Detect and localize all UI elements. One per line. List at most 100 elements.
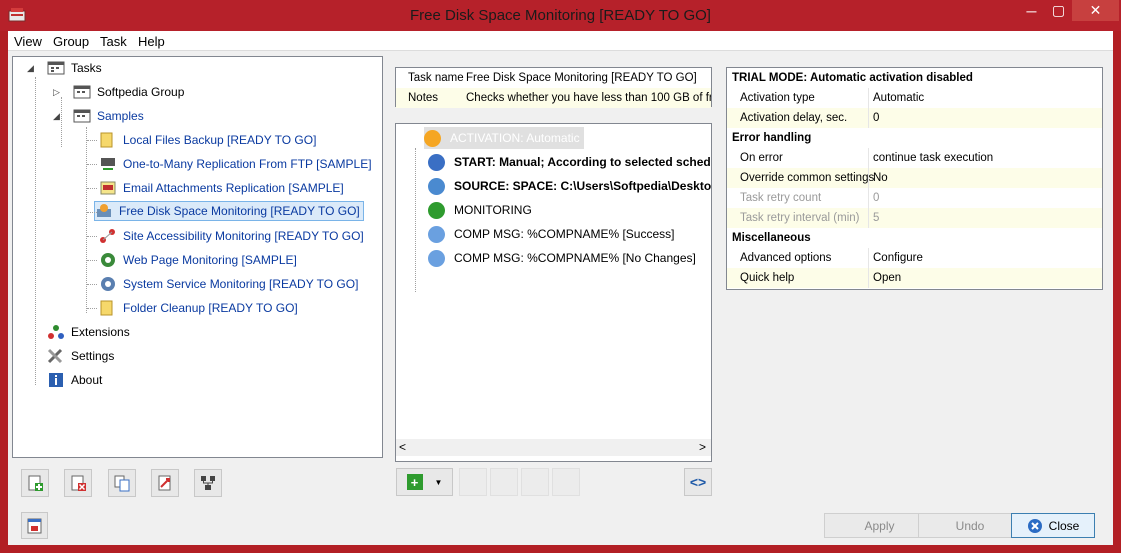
flow-step[interactable]: COMP MSG: %COMPNAME% [No Changes] [428,247,696,269]
flow-step[interactable]: SOURCE: SPACE: C:\Users\Softpedia\Deskto [428,175,711,197]
grid-value: 5 [873,212,880,224]
grid-value: Open [873,272,902,284]
tree-item-sample[interactable]: Email Attachments Replication [SAMPLE] [99,178,344,198]
tree-item-sample[interactable]: Folder Cleanup [READY TO GO] [99,298,298,318]
flow-step-label: SOURCE: SPACE: C:\Users\Softpedia\Deskto [454,179,712,193]
tree-item-sample[interactable]: One-to-Many Replication From FTP [SAMPLE… [99,154,372,174]
flow-step[interactable]: COMP MSG: %COMPNAME% [Success] [428,223,674,245]
tree-label-tasks: Tasks [71,61,102,75]
step-edit-button[interactable] [521,468,549,496]
menu-view[interactable]: View [14,34,42,49]
minimize-button[interactable]: ─ [1018,0,1045,21]
window-title: Free Disk Space Monitoring [READY TO GO] [410,7,711,24]
tree-item-sample[interactable]: Web Page Monitoring [SAMPLE] [99,250,297,270]
grid-key: Advanced options [740,252,832,264]
grid-key: Error handling [732,132,812,144]
add-task-icon [28,475,43,491]
menu-bar: View Group Task Help [8,31,1113,51]
menu-task[interactable]: Task [100,34,127,49]
expand-group-icon[interactable]: ▷ [53,87,60,98]
step-up-button[interactable] [459,468,487,496]
code-view-button[interactable]: <> [684,468,712,496]
grid-row[interactable]: Override common settings No [727,168,1102,188]
tree-item-sample[interactable]: Local Files Backup [READY TO GO] [99,130,316,150]
tree-item-extensions[interactable]: Extensions [47,322,130,342]
grid-row[interactable]: Advanced options Configure [727,248,1102,268]
grid-row[interactable]: Task retry count 0 [727,188,1102,208]
gear-icon [101,277,115,291]
disk-icon [428,177,445,195]
move-task-button[interactable] [151,469,179,497]
flow-step[interactable]: MONITORING [428,199,532,221]
move-icon [158,475,171,491]
task-name-row[interactable]: Task name Free Disk Space Monitoring [RE… [396,68,711,88]
task-flow[interactable]: ACTIVATION: Automatic START: Manual; Acco… [395,123,712,462]
tree-label-extensions: Extensions [71,325,130,339]
tree-item-label: System Service Monitoring [READY TO GO] [123,277,359,291]
copy-task-button[interactable] [108,469,136,497]
grid-row[interactable]: Task retry interval (min) 5 [727,208,1102,228]
flow-step[interactable]: ACTIVATION: Automatic [424,127,584,149]
delete-task-icon [71,475,86,491]
grid-key: Activation type [740,92,815,104]
network-icon [100,229,115,243]
undo-button[interactable]: Undo [918,513,1022,538]
maximize-button[interactable]: ▢ [1045,0,1072,21]
tree-item-sample[interactable]: Site Accessibility Monitoring [READY TO … [99,226,364,246]
tree-item-tasks[interactable]: Tasks [47,58,102,78]
step-down-button[interactable] [490,468,518,496]
flow-step[interactable]: START: Manual; According to selected sch… [428,151,711,173]
step-delete-button[interactable] [552,468,580,496]
grid-row[interactable]: Activation delay, sec. 0 [727,108,1102,128]
folder-icon [100,132,113,148]
run-task-button[interactable] [194,469,222,497]
scroll-left-button[interactable]: < [399,440,406,454]
tree-item-label: Free Disk Space Monitoring [READY TO GO] [119,204,360,218]
grid-row[interactable]: Activation type Automatic [727,88,1102,108]
close-circle-icon [1027,518,1042,533]
task-tree[interactable]: ◢ Tasks ▷ Softpedia Group ◢ Samples Loca… [12,56,383,458]
flow-step-label: MONITORING [454,203,532,217]
grid-key: On error [740,152,783,164]
tree-item-label: One-to-Many Replication From FTP [SAMPLE… [123,157,372,171]
tree-item-samples[interactable]: Samples [73,106,144,126]
title-bar[interactable]: Free Disk Space Monitoring [READY TO GO]… [0,0,1121,31]
tree-item-softpedia-group[interactable]: Softpedia Group [73,82,184,102]
grid-key: Quick help [740,272,795,284]
tree-label-settings: Settings [71,349,115,363]
task-name-key: Task name [408,72,464,84]
tree-label-softpedia-group: Softpedia Group [97,85,185,99]
grid-row[interactable]: Quick help Open [727,268,1102,288]
tree-item-about[interactable]: About [47,370,102,390]
grid-key: Override common settings [740,172,875,184]
notes-row[interactable]: Notes Checks whether you have less than … [396,88,711,108]
extensions-icon [48,325,64,339]
horizontal-scrollbar[interactable]: < > [396,439,711,456]
close-button[interactable]: Close [1011,513,1095,538]
tree-item-label: Local Files Backup [READY TO GO] [123,133,317,147]
tree-item-settings[interactable]: Settings [47,346,114,366]
task-properties: Task name Free Disk Space Monitoring [RE… [395,67,712,108]
collapse-tasks-icon[interactable]: ◢ [27,63,34,74]
grid-value: continue task execution [873,152,994,164]
workflow-icon [201,476,215,490]
delete-task-button[interactable] [64,469,92,497]
grid-row[interactable]: On error continue task execution [727,148,1102,168]
log-button[interactable] [21,512,48,539]
grid-key: Task retry interval (min) [740,212,860,224]
tree-item-sample[interactable]: Free Disk Space Monitoring [READY TO GO] [94,201,364,221]
client-area: View Group Task Help ◢ Tasks ▷ Softpedia… [8,31,1113,545]
menu-group[interactable]: Group [53,34,89,49]
close-window-button[interactable]: ✕ [1072,0,1119,21]
clock-icon [428,153,445,171]
chevron-down-icon[interactable]: ▼ [435,478,443,487]
tree-item-sample[interactable]: System Service Monitoring [READY TO GO] [99,274,358,294]
scroll-right-button[interactable]: > [699,440,706,454]
add-step-split-button[interactable]: + ▼ [396,468,453,496]
flow-step-label: ACTIVATION: Automatic [450,131,580,145]
property-grid[interactable]: TRIAL MODE: Automatic activation disable… [726,67,1103,290]
add-task-button[interactable] [21,469,49,497]
collapse-samples-icon[interactable]: ◢ [53,111,60,122]
menu-help[interactable]: Help [138,34,165,49]
tasks-icon [47,61,65,75]
